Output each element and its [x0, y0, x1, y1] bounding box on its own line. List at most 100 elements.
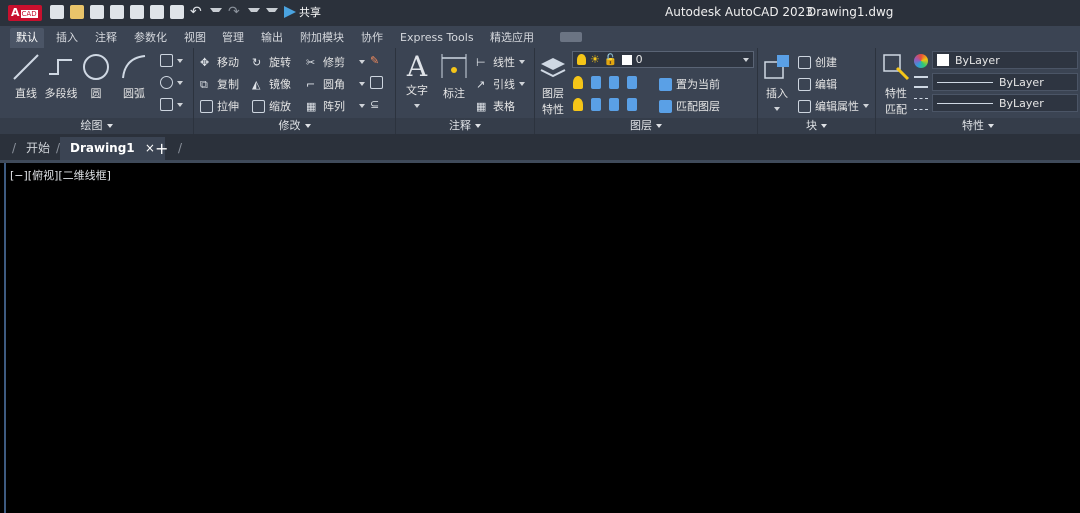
polyline-label: 多段线 [44, 87, 78, 100]
region-dropdown-icon[interactable] [177, 102, 183, 107]
layer-dropdown[interactable]: ☀ 🔓 0 [572, 51, 754, 68]
hatch-dropdown-icon[interactable] [177, 80, 183, 85]
linetype-dropdown[interactable]: ByLayer [932, 94, 1078, 112]
circle-button[interactable]: 圆 [80, 52, 112, 101]
ribbon-tab-dropdown-button[interactable] [560, 32, 582, 42]
tab-view[interactable]: 视图 [184, 28, 206, 48]
rotate-button[interactable]: ↻ 旋转 [252, 54, 291, 70]
table-button[interactable]: ▦ 表格 [476, 98, 515, 114]
publish-icon[interactable] [150, 5, 164, 19]
open-folder-icon[interactable] [70, 5, 84, 19]
copy-button[interactable]: ⧉ 复制 [200, 76, 239, 92]
panel-annotation-title[interactable]: 注释 [396, 118, 534, 134]
array-dropdown-icon[interactable] [359, 104, 365, 108]
redo-icon[interactable]: ↷ [228, 5, 242, 19]
region-button[interactable] [160, 98, 183, 111]
array-button[interactable]: ▦ 阵列 [306, 98, 365, 114]
color-dropdown[interactable]: ByLayer [932, 51, 1078, 69]
offset-button[interactable]: ⊆ [370, 98, 383, 111]
scale-button[interactable]: 缩放 [252, 98, 291, 114]
dimension-label: 标注 [443, 87, 465, 100]
fillet-dropdown-icon[interactable] [359, 82, 365, 86]
line-button[interactable]: 直线 [10, 52, 42, 101]
customize-dropdown-icon[interactable] [266, 8, 278, 16]
explode-button[interactable] [370, 76, 383, 89]
lineweight-sample-line [937, 81, 993, 83]
layer-freeze-icon[interactable] [609, 76, 619, 89]
color-wheel-icon[interactable] [914, 54, 928, 68]
rectangle-button[interactable] [160, 54, 183, 67]
tab-express-tools[interactable]: Express Tools [400, 28, 474, 48]
insert-dropdown-icon[interactable] [774, 107, 780, 111]
polyline-button[interactable]: 多段线 [43, 52, 79, 101]
hatch-button[interactable] [160, 76, 183, 89]
layer-unisolate-icon[interactable] [591, 98, 601, 111]
mirror-button[interactable]: ◭ 镜像 [252, 76, 291, 92]
fillet-button[interactable]: ⌐ 圆角 [306, 76, 365, 92]
edit-attributes-dropdown-icon[interactable] [863, 104, 869, 108]
trim-button[interactable]: ✂ 修剪 [306, 54, 365, 70]
trim-dropdown-icon[interactable] [359, 60, 365, 64]
tab-annotate[interactable]: 注释 [95, 28, 117, 48]
tab-output[interactable]: 输出 [261, 28, 283, 48]
edit-block-button[interactable]: 编辑 [798, 76, 837, 92]
print-icon[interactable] [170, 5, 184, 19]
new-file-icon[interactable] [50, 5, 64, 19]
edit-attributes-button[interactable]: 编辑属性 [798, 98, 869, 114]
linear-dim-button[interactable]: ⊢ 线性 [476, 54, 525, 70]
layer-properties-button[interactable]: 图层 特性 [537, 52, 569, 117]
tab-collaborate[interactable]: 协作 [361, 28, 383, 48]
drawing-viewport[interactable]: [−][俯视][二维线框] [4, 163, 1080, 513]
undo-icon[interactable]: ↶ [190, 5, 204, 19]
leader-dropdown-icon[interactable] [519, 82, 525, 86]
lineweight-icon[interactable] [914, 76, 928, 88]
text-button[interactable]: A 文字 [402, 52, 432, 111]
layer-isolate-icon[interactable] [591, 76, 601, 89]
save-icon[interactable] [90, 5, 104, 19]
layer-unlock-icon[interactable] [627, 98, 637, 111]
panel-properties-title[interactable]: 特性 [876, 118, 1080, 134]
tab-insert[interactable]: 插入 [56, 28, 78, 48]
text-dropdown-icon[interactable] [414, 104, 420, 108]
panel-layers-title[interactable]: 图层 [535, 118, 757, 134]
new-tab-button[interactable]: + [155, 137, 168, 160]
panel-modify-title[interactable]: 修改 [194, 118, 395, 134]
arc-button[interactable]: 圆弧 [118, 52, 150, 101]
set-current-button[interactable]: 置为当前 [659, 76, 720, 92]
web-mobile-icon[interactable] [130, 5, 144, 19]
tab-default[interactable]: 默认 [10, 28, 44, 48]
linetype-icon[interactable] [914, 98, 928, 110]
match-properties-button[interactable]: 特性 匹配 [880, 52, 912, 117]
erase-button[interactable]: ✎ [370, 54, 383, 67]
panel-draw-title[interactable]: 绘图 [0, 118, 193, 134]
share-button[interactable]: 共享 [284, 4, 321, 20]
layer-off-icon[interactable] [573, 76, 583, 89]
panel-block-title[interactable]: 块 [758, 118, 875, 134]
redo-dropdown-icon[interactable] [248, 8, 260, 16]
insert-block-button[interactable]: 插入 [760, 52, 794, 114]
tab-featured-apps[interactable]: 精选应用 [490, 28, 534, 48]
app-menu-button[interactable]: A CAD [8, 5, 42, 21]
undo-dropdown-icon[interactable] [210, 8, 222, 16]
create-block-button[interactable]: 创建 [798, 54, 837, 70]
save-as-icon[interactable] [110, 5, 124, 19]
lineweight-dropdown[interactable]: ByLayer [932, 73, 1078, 91]
arc-icon [122, 55, 146, 79]
match-layer-button[interactable]: 匹配图层 [659, 98, 720, 114]
rectangle-dropdown-icon[interactable] [177, 58, 183, 63]
move-button[interactable]: ✥ 移动 [200, 54, 239, 70]
tab-start[interactable]: 开始 [26, 137, 50, 160]
leader-button[interactable]: ↗ 引线 [476, 76, 525, 92]
viewport-controls-label[interactable]: [−][俯视][二维线框] [10, 167, 111, 183]
layer-on-icon[interactable] [573, 98, 583, 111]
tab-drawing1[interactable]: Drawing1 × [60, 137, 165, 160]
tab-addins[interactable]: 附加模块 [300, 28, 344, 48]
stretch-button[interactable]: 拉伸 [200, 98, 239, 114]
layer-thaw-icon[interactable] [609, 98, 619, 111]
tab-manage[interactable]: 管理 [222, 28, 244, 48]
dimension-button[interactable]: 标注 [438, 52, 470, 101]
close-tab-icon[interactable]: × [145, 141, 155, 155]
linear-dim-dropdown-icon[interactable] [519, 60, 525, 64]
layer-lock-icon[interactable] [627, 76, 637, 89]
tab-parametric[interactable]: 参数化 [134, 28, 167, 48]
